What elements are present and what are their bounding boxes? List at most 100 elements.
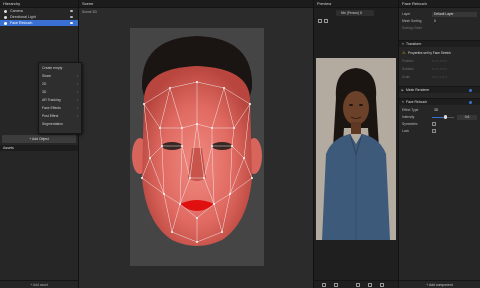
sorting-order-row: Sorting Order <box>402 25 477 31</box>
transform-section-header[interactable]: ▼ Transform <box>399 40 480 47</box>
add-component-button[interactable]: + Add component <box>399 280 480 288</box>
preview-bottom-toolbar <box>314 280 398 288</box>
menu-item-create-empty[interactable]: Create empty <box>39 64 81 72</box>
effect-type-label: Effect Type <box>402 108 419 112</box>
menu-item-label: Face Effects <box>42 106 61 110</box>
device-icon[interactable] <box>322 283 326 287</box>
menu-item-label: Create empty <box>42 66 63 70</box>
face-retouch-section-title: Face Retouch <box>406 100 428 104</box>
hierarchy-item-label: Face Retouch <box>10 21 33 25</box>
face-retouch-section-header[interactable]: ▼ Face Retouch <box>399 98 480 105</box>
scene-title: Scene <box>79 0 313 8</box>
hierarchy-title: Hierarchy <box>0 0 78 8</box>
record-icon[interactable] <box>334 283 338 287</box>
menu-item-label: Share <box>42 74 52 78</box>
transform-warning: ⚠ Properties set by Face Stretch <box>402 50 477 56</box>
chevron-down-icon: ▼ <box>401 42 405 46</box>
effect-type-value[interactable]: 3D <box>432 108 477 113</box>
warning-icon: ⚠ <box>402 50 406 55</box>
chevron-right-icon: › <box>76 114 78 118</box>
menu-item-label: 3D <box>42 90 47 94</box>
restart-icon[interactable] <box>368 283 372 287</box>
face-icon <box>4 21 7 25</box>
intensity-slider[interactable] <box>432 115 454 119</box>
menu-item-2d[interactable]: 2D › <box>39 80 81 88</box>
inspector-panel: Face Retouch Layer Default Layer Mesh So… <box>399 0 480 288</box>
menu-item-ar-tracking[interactable]: AR Tracking › <box>39 96 81 104</box>
mesh-renderer-section-title: Mesh Renderer <box>406 88 430 92</box>
intensity-label: Intensity <box>402 115 415 119</box>
add-object-button[interactable]: + Add Object <box>2 135 76 143</box>
scene-panel: Scene Scene 3D <box>79 0 313 288</box>
warning-text: Properties set by Face Stretch <box>408 51 451 55</box>
intensity-row: Intensity 0.6 <box>402 114 477 120</box>
mesh-sorting-value[interactable]: 0 <box>432 19 477 24</box>
add-object-context-menu: Create empty Share › 2D › 3D › AR Tracking ›… <box>38 62 82 134</box>
person-photo <box>316 58 396 240</box>
assets-title: Assets <box>0 145 78 151</box>
chevron-down-icon: ▼ <box>401 100 405 104</box>
mesh-renderer-section-header[interactable]: ▶ Mesh Renderer <box>399 86 480 93</box>
fullscreen-icon[interactable] <box>380 283 384 287</box>
component-enabled-toggle[interactable] <box>469 89 472 92</box>
add-asset-button[interactable]: + Add asset <box>0 280 78 288</box>
hierarchy-panel: Hierarchy Camera Directional Light Face … <box>0 0 78 288</box>
menu-item-label: AR Tracking <box>42 98 61 102</box>
hierarchy-item-label: Directional Light <box>10 15 36 19</box>
lock-checkbox[interactable] <box>432 129 436 133</box>
position-row: Position X 0 Y 0 Z 0 <box>402 58 477 64</box>
hierarchy-item-face-retouch[interactable]: Face Retouch <box>0 20 78 26</box>
scale-row: Scale X 1 Y 1 Z 1 <box>402 74 477 80</box>
layer-select[interactable]: Default Layer <box>432 11 477 17</box>
menu-item-segmentation[interactable]: Segmentation <box>39 120 81 128</box>
layer-row: Layer Default Layer <box>402 11 477 17</box>
effect-type-row: Effect Type 3D <box>402 107 477 113</box>
intensity-slider-handle[interactable] <box>443 115 447 119</box>
chevron-right-icon: ▶ <box>401 88 404 92</box>
preview-camera-image <box>316 58 396 240</box>
component-enabled-toggle[interactable] <box>469 101 472 104</box>
chevron-right-icon: › <box>76 98 78 102</box>
scale-values: X 1 Y 1 Z 1 <box>432 75 447 79</box>
visibility-eye-icon[interactable] <box>70 22 73 24</box>
scene-mode-label[interactable]: Scene 3D <box>79 8 313 17</box>
position-values: X 0 Y 0 Z 0 <box>432 59 447 63</box>
lock-row: Lock <box>402 128 477 134</box>
scale-label: Scale <box>402 75 410 79</box>
menu-item-label: Segmentation <box>42 122 63 126</box>
visibility-eye-icon[interactable] <box>70 10 73 12</box>
symmetric-label: Symmetric <box>402 122 418 126</box>
light-icon <box>4 15 7 19</box>
rotation-values: X 0 Y 0 Z 0 <box>432 67 447 71</box>
menu-item-label: Post Effect <box>42 114 59 118</box>
preview-device-select[interactable]: Mix (Person) 8 <box>336 10 374 16</box>
menu-item-share[interactable]: Share › <box>39 72 81 80</box>
symmetric-checkbox[interactable] <box>432 122 436 126</box>
inspector-title: Face Retouch <box>399 0 480 8</box>
menu-item-face-effects[interactable]: Face Effects › <box>39 104 81 112</box>
face-mesh-render <box>132 36 262 246</box>
refresh-icon[interactable] <box>324 19 328 23</box>
visibility-eye-icon[interactable] <box>70 16 73 18</box>
chevron-right-icon: › <box>76 74 78 78</box>
rotation-row: Rotation X 0 Y 0 Z 0 <box>402 66 477 72</box>
mesh-sorting-row: Mesh Sorting 0 <box>402 18 477 24</box>
scene-viewport[interactable] <box>130 28 264 266</box>
position-label: Position <box>402 59 414 63</box>
rotation-label: Rotation <box>402 67 414 71</box>
transform-section-title: Transform <box>406 42 422 46</box>
chevron-right-icon: › <box>76 90 78 94</box>
mesh-sorting-label: Mesh Sorting <box>402 19 422 23</box>
intensity-value[interactable]: 0.6 <box>457 114 477 120</box>
chevron-right-icon: › <box>76 82 78 86</box>
pause-icon[interactable] <box>356 283 360 287</box>
menu-item-3d[interactable]: 3D › <box>39 88 81 96</box>
camera-icon <box>4 9 7 13</box>
menu-item-post-effect[interactable]: Post Effect › <box>39 112 81 120</box>
menu-item-label: 2D <box>42 82 47 86</box>
sorting-order-label: Sorting Order <box>402 26 422 30</box>
hierarchy-item-label: Camera <box>10 9 23 13</box>
layer-label: Layer <box>402 12 411 16</box>
preview-title: Preview <box>314 0 398 8</box>
play-icon[interactable] <box>318 19 322 23</box>
